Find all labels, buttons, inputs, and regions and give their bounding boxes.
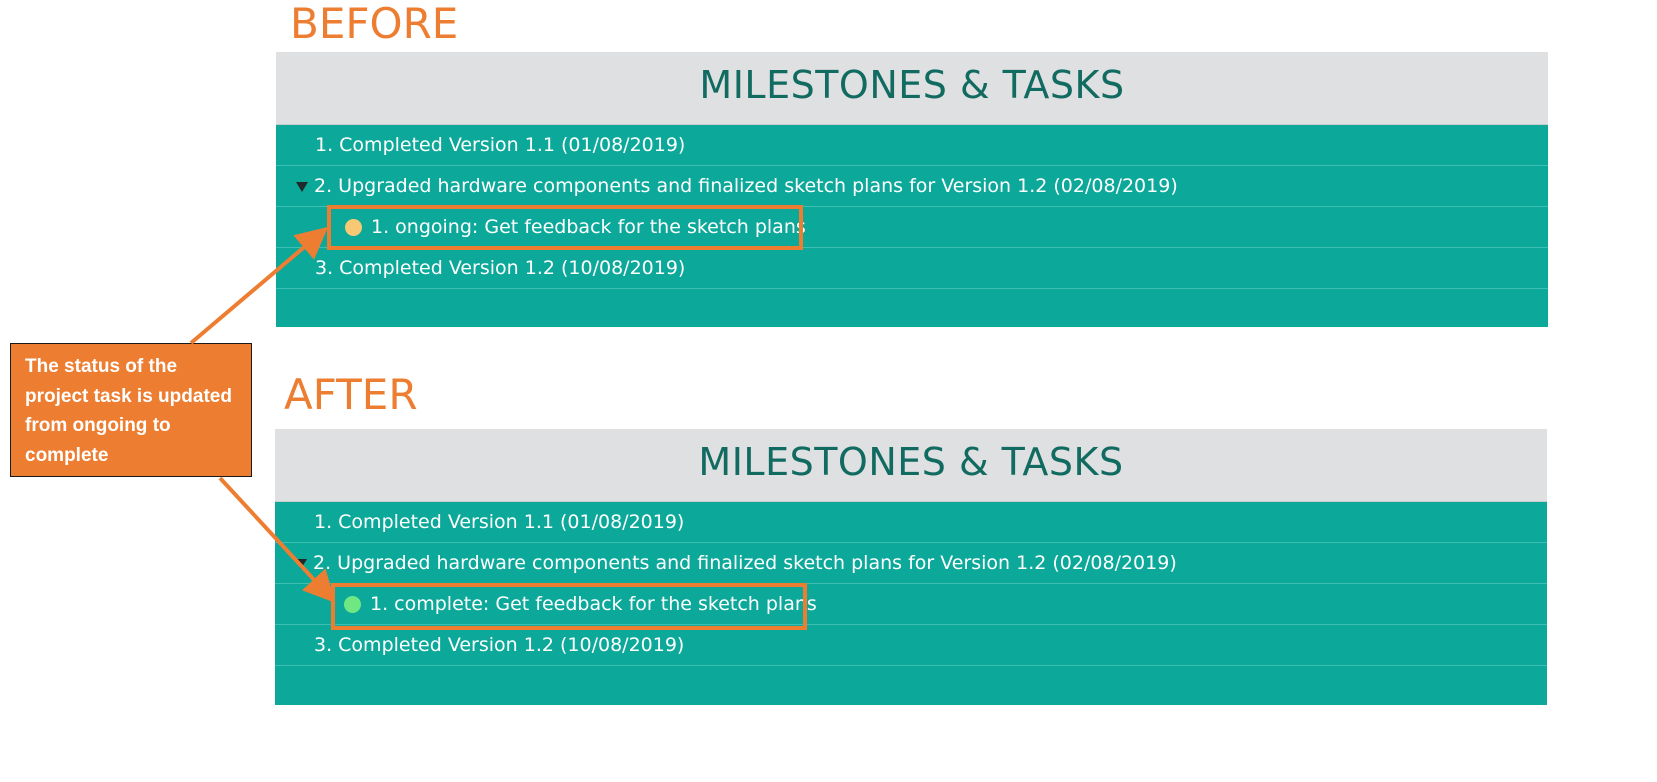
milestone-item[interactable]: 2. Upgraded hardware components and fina… xyxy=(276,166,1548,207)
task-item[interactable]: 1. ongoing: Get feedback for the sketch … xyxy=(276,207,1548,248)
panel-title: MILESTONES & TASKS xyxy=(699,63,1125,107)
before-label: BEFORE xyxy=(290,0,459,48)
milestone-label: 3. Completed Version 1.2 (10/08/2019) xyxy=(314,634,685,656)
milestone-label: 2. Upgraded hardware components and fina… xyxy=(314,175,1178,197)
triangle-down-icon[interactable] xyxy=(295,559,307,569)
milestone-tree: 1. Completed Version 1.1 (01/08/2019) 2.… xyxy=(275,502,1547,666)
task-item[interactable]: 1. complete: Get feedback for the sketch… xyxy=(275,584,1547,625)
triangle-down-icon[interactable] xyxy=(296,182,308,192)
milestone-item[interactable]: 1. Completed Version 1.1 (01/08/2019) xyxy=(276,125,1548,166)
milestone-item[interactable]: 3. Completed Version 1.2 (10/08/2019) xyxy=(275,625,1547,666)
milestone-item[interactable]: 1. Completed Version 1.1 (01/08/2019) xyxy=(275,502,1547,543)
milestone-label: 1. Completed Version 1.1 (01/08/2019) xyxy=(314,511,685,533)
panel-title: MILESTONES & TASKS xyxy=(698,440,1124,484)
task-label: 1. ongoing: Get feedback for the sketch … xyxy=(371,216,806,238)
status-dot-icon xyxy=(345,218,362,236)
milestone-tree: 1. Completed Version 1.1 (01/08/2019) 2.… xyxy=(276,125,1548,289)
milestone-label: 3. Completed Version 1.2 (10/08/2019) xyxy=(315,257,686,279)
before-milestones-panel: MILESTONES & TASKS 1. Completed Version … xyxy=(276,52,1548,327)
milestone-label: 1. Completed Version 1.1 (01/08/2019) xyxy=(315,134,686,156)
panel-header: MILESTONES & TASKS xyxy=(275,429,1547,502)
annotation-callout: The status of the project task is update… xyxy=(10,343,252,477)
status-dot-icon xyxy=(344,595,361,613)
task-label: 1. complete: Get feedback for the sketch… xyxy=(370,593,817,615)
callout-text: The status of the project task is update… xyxy=(25,356,232,466)
milestone-label: 2. Upgraded hardware components and fina… xyxy=(313,552,1177,574)
after-milestones-panel: MILESTONES & TASKS 1. Completed Version … xyxy=(275,429,1547,705)
milestone-item[interactable]: 2. Upgraded hardware components and fina… xyxy=(275,543,1547,584)
panel-header: MILESTONES & TASKS xyxy=(276,52,1548,125)
milestone-item[interactable]: 3. Completed Version 1.2 (10/08/2019) xyxy=(276,248,1548,289)
after-label: AFTER xyxy=(284,370,418,419)
